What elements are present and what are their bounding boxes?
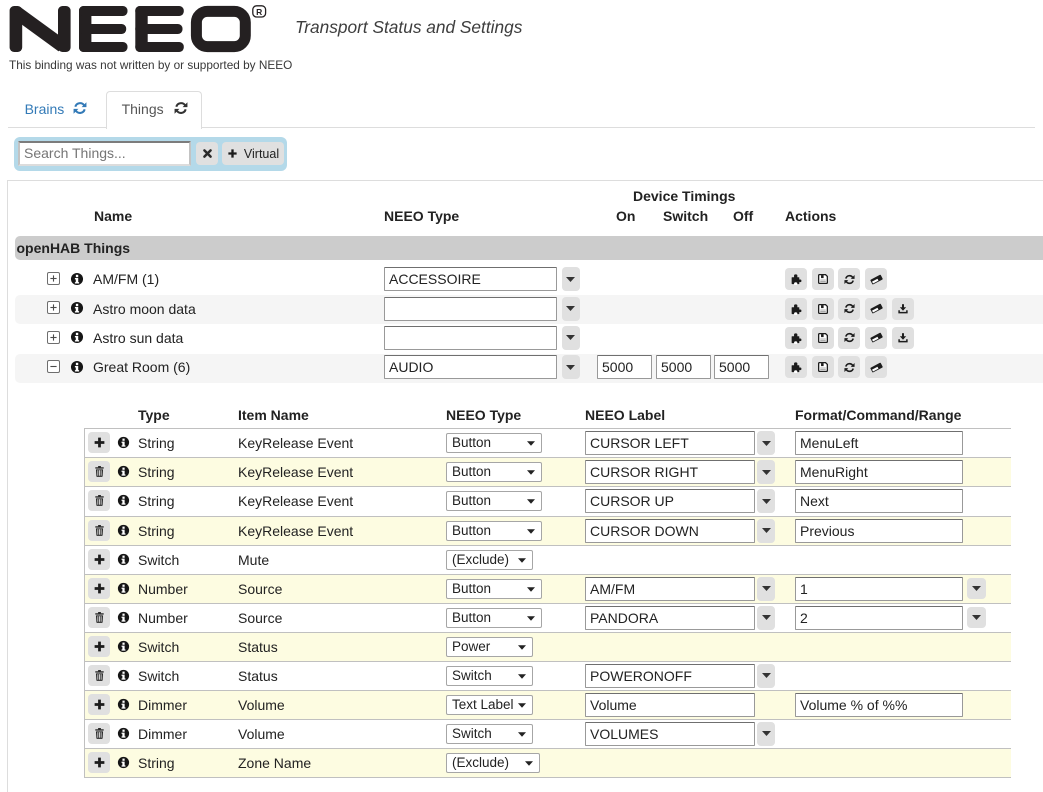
svg-text:R: R <box>256 7 262 17</box>
